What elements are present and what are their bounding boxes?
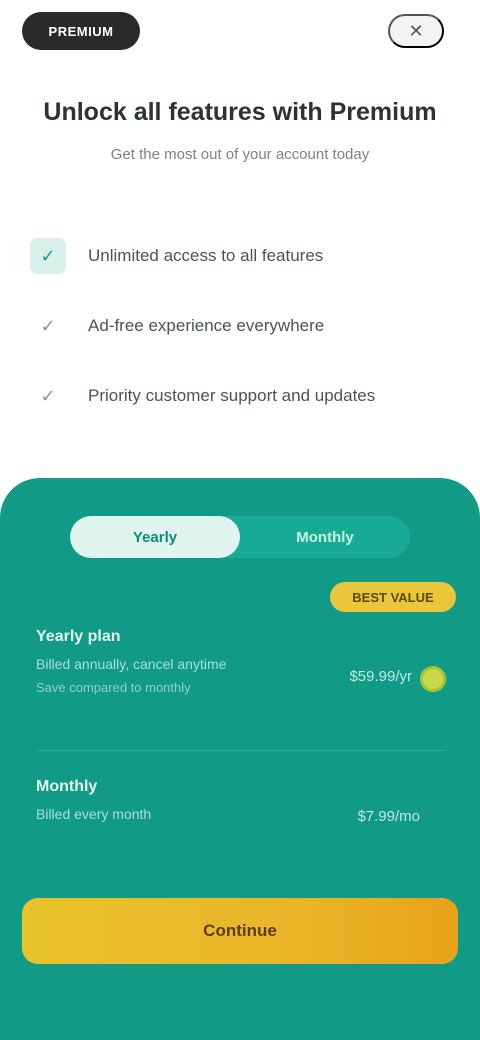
page-title: Unlock all features with Premium bbox=[43, 98, 437, 126]
plan-price: $7.99/mo bbox=[357, 808, 420, 825]
continue-button[interactable]: Continue bbox=[22, 898, 458, 964]
plan-option-yearly[interactable]: Yearly plan Billed annually, cancel anyt… bbox=[36, 628, 446, 718]
plan-option-monthly[interactable]: Monthly Billed every month $7.99/mo bbox=[36, 778, 446, 868]
feature-label: Ad-free experience everywhere bbox=[88, 316, 325, 335]
feature-list: ✓ Unlimited access to all features ✓ Ad-… bbox=[30, 236, 460, 446]
plan-name: Yearly plan bbox=[36, 628, 121, 645]
billing-toggle: Yearly Monthly bbox=[70, 516, 410, 558]
feature-label: Priority customer support and updates bbox=[88, 386, 376, 405]
toggle-option-monthly[interactable]: Monthly bbox=[240, 516, 410, 558]
plan-name: Monthly bbox=[36, 778, 98, 795]
radio-selected-icon[interactable] bbox=[420, 666, 446, 692]
plan-divider bbox=[36, 750, 446, 751]
feature-item: ✓ Priority customer support and updates bbox=[30, 376, 460, 416]
check-icon: ✓ bbox=[40, 315, 56, 336]
close-button[interactable]: ✕ bbox=[388, 14, 444, 48]
plan-price: $59.99/yr bbox=[349, 668, 412, 685]
check-icon: ✓ bbox=[30, 238, 66, 274]
feature-item: ✓ Ad-free experience everywhere bbox=[30, 306, 460, 346]
top-bar: PREMIUM ✕ bbox=[0, 0, 480, 70]
feature-label: Unlimited access to all features bbox=[88, 246, 324, 265]
brand-badge: PREMIUM bbox=[22, 12, 140, 50]
check-icon: ✓ bbox=[40, 385, 56, 406]
best-value-badge: BEST VALUE bbox=[330, 582, 456, 612]
close-icon: ✕ bbox=[408, 20, 424, 41]
pricing-panel: Yearly Monthly BEST VALUE Yearly plan Bi… bbox=[0, 478, 480, 1040]
toggle-option-yearly[interactable]: Yearly bbox=[70, 516, 240, 558]
feature-item: ✓ Unlimited access to all features bbox=[30, 236, 460, 276]
page-subtitle: Get the most out of your account today bbox=[110, 146, 370, 163]
